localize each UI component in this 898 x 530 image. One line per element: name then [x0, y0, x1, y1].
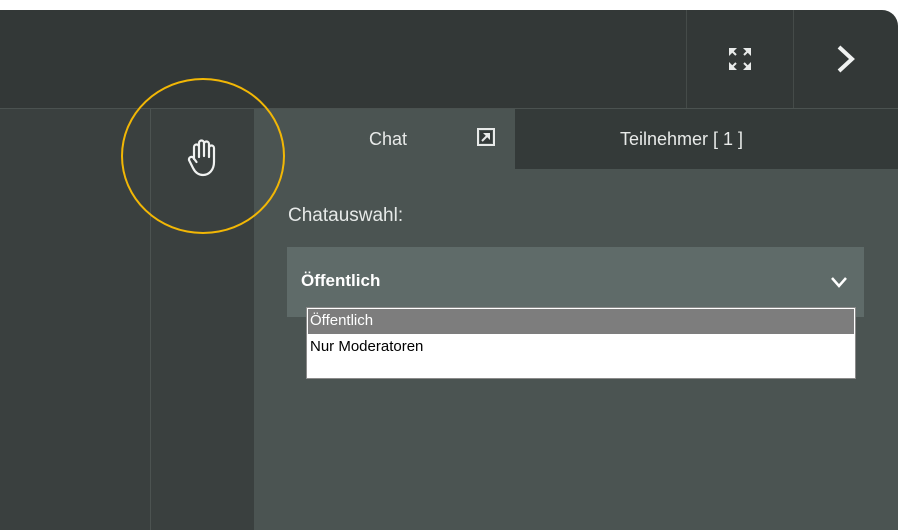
highlight-circle — [121, 78, 285, 234]
chat-select-dropdown: Öffentlich Nur Moderatoren — [306, 307, 856, 379]
dropdown-option-label: Öffentlich — [310, 312, 374, 329]
chat-select-label: Chatauswahl: — [288, 205, 404, 226]
dropdown-option-public[interactable]: Öffentlich — [308, 309, 854, 334]
fullscreen-button[interactable] — [687, 10, 793, 108]
tab-chat[interactable]: Chat — [254, 109, 515, 169]
chevron-right-icon — [837, 45, 855, 73]
top-toolbar — [0, 10, 898, 108]
dropdown-option-moderators[interactable]: Nur Moderatoren — [308, 335, 854, 360]
popout-icon[interactable] — [476, 127, 496, 147]
tab-chat-label: Chat — [369, 129, 408, 149]
next-button[interactable] — [794, 10, 898, 108]
chevron-down-icon — [831, 277, 847, 288]
tab-participants-label: Teilnehmer [ 1 ] — [620, 129, 744, 149]
panel-tabs: Chat Teilnehmer [ 1 ] — [254, 109, 898, 169]
dropdown-option-label: Nur Moderatoren — [310, 338, 424, 355]
chat-select-value: Öffentlich — [301, 271, 381, 290]
expand-icon — [729, 48, 751, 70]
tab-participants[interactable]: Teilnehmer [ 1 ] — [515, 109, 898, 169]
conference-window: Chat Teilnehmer [ 1 ] Chatauswahl: Öffen… — [0, 10, 898, 530]
